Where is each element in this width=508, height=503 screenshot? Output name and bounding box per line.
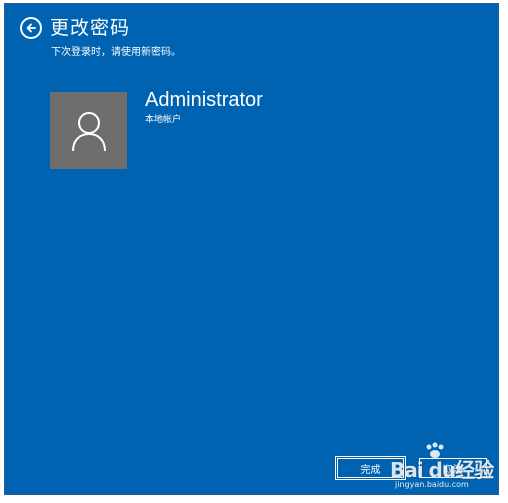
page-subtitle: 下次登录时，请使用新密码。 <box>51 47 181 58</box>
change-password-window: 更改密码 下次登录时，请使用新密码。 Administrator 本地帐户 完成… <box>4 3 499 495</box>
cancel-button[interactable]: 取消 <box>419 458 487 478</box>
back-arrow-icon <box>26 23 36 33</box>
done-button[interactable]: 完成 <box>335 456 406 480</box>
watermark-url: jingyan.baidu.com <box>395 480 469 489</box>
back-button[interactable] <box>20 17 42 39</box>
user-silhouette-icon <box>71 111 106 151</box>
page-title: 更改密码 <box>50 17 131 39</box>
user-name: Administrator <box>145 89 263 111</box>
page-header: 更改密码 <box>20 16 130 40</box>
avatar <box>50 92 127 169</box>
account-type: 本地帐户 <box>145 115 182 125</box>
